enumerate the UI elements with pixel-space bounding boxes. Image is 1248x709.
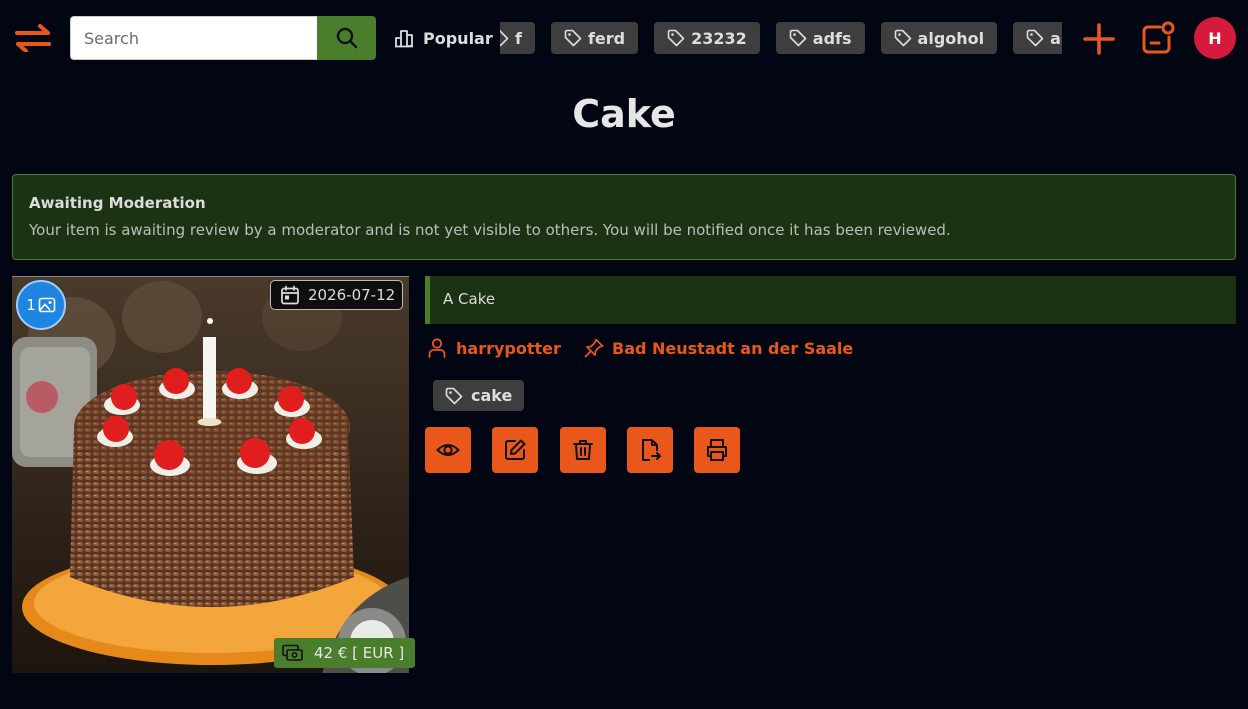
item-description: A Cake — [425, 276, 1236, 324]
notifications-button[interactable] — [1140, 20, 1176, 56]
user-avatar[interactable]: H — [1194, 17, 1236, 59]
alert-title: Awaiting Moderation — [29, 194, 206, 212]
image-count-badge[interactable]: 1 — [16, 280, 66, 330]
tag-icon — [500, 29, 509, 47]
printer-icon — [707, 439, 727, 461]
item-tag-chip[interactable]: cake — [433, 380, 525, 411]
popular-tags-strip: f ferd 23232 adfs algohol arsch — [500, 22, 1062, 54]
export-icon — [642, 439, 661, 461]
popular-tag-label: f — [515, 28, 522, 48]
popular-link[interactable]: Popular — [394, 26, 493, 50]
item-tag-label: cake — [471, 386, 513, 405]
popular-tag-chip[interactable]: ferd — [550, 22, 639, 54]
eye-icon — [436, 444, 460, 456]
tag-icon — [667, 29, 685, 47]
bar-chart-icon — [395, 30, 413, 48]
popular-tag-label: arsch — [1050, 28, 1062, 48]
image-icon — [38, 297, 56, 313]
pin-icon — [584, 338, 604, 358]
location-name: Bad Neustadt an der Saale — [612, 338, 854, 358]
cake-photo — [12, 277, 409, 673]
page-title: Cake — [572, 92, 676, 136]
item-image[interactable] — [12, 276, 409, 673]
alert-message: Your item is awaiting review by a modera… — [29, 221, 951, 239]
popular-tag-label: adfs — [812, 28, 852, 48]
item-date: 2026-07-12 — [308, 286, 396, 304]
trash-icon — [573, 440, 593, 460]
menu-toggle-button[interactable] — [14, 24, 52, 53]
popular-tag-chip[interactable]: arsch — [1013, 22, 1062, 54]
view-button[interactable] — [425, 427, 471, 473]
add-item-button[interactable] — [1082, 22, 1116, 56]
edit-icon — [505, 439, 526, 460]
date-badge: 2026-07-12 — [270, 280, 404, 310]
popular-tag-chip[interactable]: 23232 — [654, 22, 760, 54]
tag-icon — [894, 29, 911, 47]
tag-icon — [564, 29, 582, 47]
image-count: 1 — [26, 296, 36, 314]
tag-icon — [1026, 29, 1044, 47]
popular-label: Popular — [423, 28, 493, 48]
location-link[interactable]: Bad Neustadt an der Saale — [584, 338, 853, 358]
plus-icon — [1083, 23, 1115, 55]
search-icon — [336, 27, 357, 49]
edit-button[interactable] — [492, 427, 538, 473]
bell-dot-icon — [1142, 21, 1175, 54]
delete-button[interactable] — [560, 427, 606, 473]
user-icon — [428, 338, 446, 358]
tag-icon — [789, 29, 807, 47]
print-button[interactable] — [694, 427, 740, 473]
tag-icon — [445, 387, 463, 404]
popular-tag-label: ferd — [587, 28, 626, 48]
popular-tag-label: algohol — [917, 28, 985, 48]
popular-tag-chip[interactable]: algohol — [880, 22, 998, 54]
moderation-alert: Awaiting Moderation Your item is awaitin… — [12, 174, 1236, 260]
owner-link[interactable]: harrypotter — [428, 338, 561, 358]
popular-tag-label: 23232 — [691, 28, 747, 48]
search-form — [70, 16, 376, 60]
popular-tags-row: f ferd 23232 adfs algohol arsch — [500, 22, 1062, 54]
cash-icon — [282, 644, 303, 661]
arrows-swap-icon — [15, 24, 51, 53]
calendar-icon — [281, 285, 299, 305]
item-price: 42 € [ EUR ] — [314, 644, 405, 662]
popular-tag-chip[interactable]: f — [500, 22, 535, 54]
popular-tag-chip[interactable]: adfs — [775, 22, 865, 54]
owner-name: harrypotter — [456, 338, 561, 358]
search-button[interactable] — [317, 16, 376, 60]
search-input[interactable] — [70, 16, 317, 60]
price-badge: 42 € [ EUR ] — [274, 638, 415, 668]
export-button[interactable] — [627, 427, 673, 473]
